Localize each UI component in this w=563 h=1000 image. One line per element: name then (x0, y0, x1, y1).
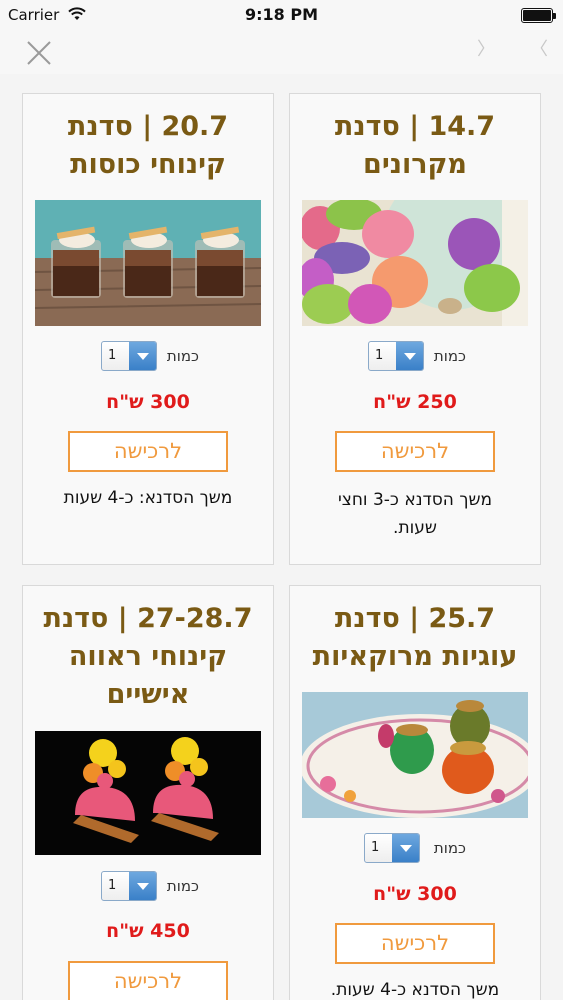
product-price: 250 ש"ח (373, 391, 457, 413)
quantity-label: כמות (433, 347, 466, 365)
quantity-select[interactable]: 1 (368, 341, 424, 371)
quantity-label: כמות (433, 839, 466, 857)
product-title: 25.7 | סדנת עוגיות מרוקאיות (312, 603, 518, 672)
nav-bar: 〉 〈 (0, 30, 563, 74)
quantity-value: 1 (108, 348, 117, 363)
close-x-icon[interactable] (24, 38, 54, 68)
quantity-label: כמות (166, 347, 199, 365)
product-image-macarons (302, 200, 528, 326)
buy-button[interactable]: לרכישה (68, 431, 228, 472)
status-bar: Carrier 9:18 PM (0, 0, 563, 30)
buy-button[interactable]: לרכישה (335, 923, 495, 964)
chevron-down-icon (392, 834, 419, 862)
buy-button[interactable]: לרכישה (68, 961, 228, 1000)
quantity-row: כמות 1 (290, 341, 540, 371)
buy-button[interactable]: לרכישה (335, 431, 495, 472)
quantity-value: 1 (375, 348, 384, 363)
chevron-down-icon (129, 872, 156, 900)
product-image-showpiece-desserts (35, 731, 261, 855)
product-image-cup-desserts (35, 200, 261, 326)
quantity-label: כמות (166, 877, 199, 895)
quantity-row: כמות 1 (290, 833, 540, 863)
product-card-cup-desserts: 20.7 | סדנת קינוחי כוסות כמות 1 300 ש"ח … (22, 93, 274, 565)
chevron-down-icon (396, 342, 423, 370)
workshop-duration: משך הסדנא כ-3 וחצי שעות. (337, 490, 493, 538)
battery-icon (521, 8, 556, 23)
workshop-duration: משך הסדנא כ-4 שעות. (330, 980, 500, 1000)
product-price: 450 ש"ח (106, 920, 190, 942)
chevron-down-icon (129, 342, 156, 370)
product-title: 20.7 | סדנת קינוחי כוסות (67, 111, 229, 180)
quantity-row: כמות 1 (23, 871, 273, 901)
product-price: 300 ש"ח (373, 883, 457, 905)
chevron-left-icon[interactable]: 〈 (530, 35, 548, 61)
status-time: 9:18 PM (244, 5, 318, 24)
chevron-right-icon[interactable]: 〉 (477, 35, 495, 61)
quantity-select[interactable]: 1 (101, 341, 157, 371)
product-card-macarons: 14.7 | סדנת מקרונים כמות 1 250 ש"ח לרכיש… (289, 93, 541, 565)
quantity-value: 1 (108, 878, 117, 893)
quantity-select[interactable]: 1 (364, 833, 420, 863)
quantity-select[interactable]: 1 (101, 871, 157, 901)
workshop-duration: משך הסדנא: כ-4 שעות (63, 488, 233, 508)
quantity-row: כמות 1 (23, 341, 273, 371)
quantity-value: 1 (371, 840, 380, 855)
product-title: 27-28.7 | סדנת קינוחי ראווה אישיים (43, 603, 253, 710)
product-card-moroccan-cookies: 25.7 | סדנת עוגיות מרוקאיות כמות 1 300 ש… (289, 585, 541, 1000)
product-title: 14.7 | סדנת מקרונים (334, 111, 496, 180)
product-image-moroccan-cookies (302, 692, 528, 818)
product-price: 300 ש"ח (106, 391, 190, 413)
product-card-showpiece-desserts: 27-28.7 | סדנת קינוחי ראווה אישיים כמות … (22, 585, 274, 1000)
